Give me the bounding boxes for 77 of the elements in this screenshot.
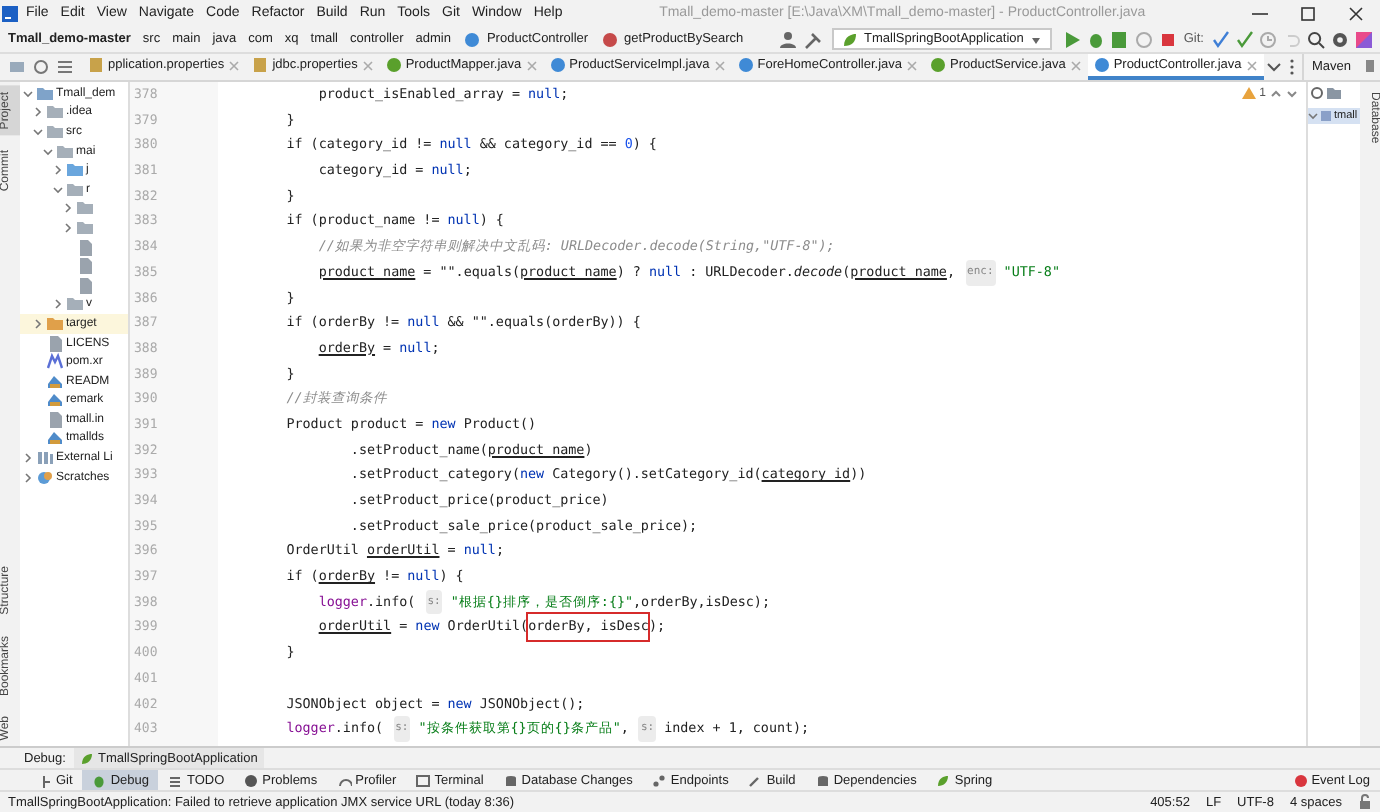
folder-icon bbox=[56, 141, 74, 162]
user-icon[interactable] bbox=[778, 29, 799, 49]
class-icon bbox=[549, 56, 566, 74]
list-icon bbox=[168, 773, 183, 787]
interface-icon bbox=[385, 56, 402, 74]
error-badge-icon bbox=[1293, 773, 1308, 787]
file-icon bbox=[46, 333, 64, 354]
settings-icon[interactable] bbox=[1330, 29, 1350, 49]
terminal-icon bbox=[416, 773, 431, 787]
spring-leaf-icon bbox=[79, 751, 94, 765]
app-logo-icon bbox=[0, 3, 20, 23]
layout-icon[interactable] bbox=[8, 58, 26, 76]
chevron-right-icon[interactable] bbox=[52, 298, 64, 311]
folder-icon bbox=[76, 198, 94, 219]
file-icon bbox=[46, 409, 64, 430]
branch-icon bbox=[38, 773, 52, 787]
folder-icon bbox=[46, 102, 64, 123]
chevron-right-icon[interactable] bbox=[62, 202, 74, 215]
profiler-icon[interactable] bbox=[1133, 29, 1154, 49]
commit-icon[interactable] bbox=[1234, 29, 1254, 49]
properties-file-icon bbox=[88, 56, 104, 74]
chevron-right-icon[interactable] bbox=[22, 452, 34, 465]
file-icon bbox=[76, 275, 94, 296]
arrow-up-icon[interactable] bbox=[1270, 87, 1282, 99]
folder-icon bbox=[76, 217, 94, 238]
method-icon bbox=[602, 31, 619, 47]
interface-icon bbox=[930, 56, 946, 74]
bug-icon bbox=[92, 773, 107, 787]
chevron-down-icon[interactable] bbox=[42, 145, 54, 158]
caret-icon bbox=[1029, 33, 1042, 45]
lock-icon[interactable] bbox=[1358, 794, 1372, 810]
chevron-right-icon[interactable] bbox=[62, 221, 74, 234]
spring-leaf-icon bbox=[842, 31, 859, 47]
source-folder-icon bbox=[66, 160, 84, 181]
target-icon[interactable] bbox=[32, 58, 50, 76]
excluded-folder-icon bbox=[46, 313, 64, 334]
ide-logo-icon[interactable] bbox=[1354, 29, 1374, 49]
chevron-right-icon[interactable] bbox=[22, 471, 34, 484]
folder-icon bbox=[66, 294, 84, 315]
chevron-down-icon[interactable] bbox=[52, 183, 64, 196]
library-icon bbox=[36, 448, 54, 469]
warning-icon bbox=[1241, 86, 1256, 100]
refresh-icon[interactable] bbox=[1310, 86, 1324, 100]
chevron-right-icon[interactable] bbox=[32, 106, 44, 119]
hammer-icon bbox=[748, 773, 763, 787]
search-icon[interactable] bbox=[1306, 29, 1326, 49]
stop-icon[interactable] bbox=[1157, 29, 1178, 49]
nodes-icon bbox=[652, 773, 667, 787]
class-icon bbox=[464, 31, 481, 47]
collapse-icon[interactable] bbox=[56, 58, 74, 76]
chevron-down-icon[interactable] bbox=[32, 125, 44, 138]
debug-icon[interactable] bbox=[1085, 29, 1106, 49]
class-icon bbox=[737, 56, 754, 74]
problems-icon bbox=[244, 773, 259, 787]
file-icon bbox=[76, 256, 94, 277]
file-icon bbox=[76, 237, 94, 258]
arrow-down-icon[interactable] bbox=[1286, 87, 1298, 99]
folder-icon bbox=[46, 121, 64, 142]
properties-file-icon bbox=[252, 56, 269, 74]
hammer-icon[interactable] bbox=[802, 29, 823, 49]
database-icon bbox=[503, 773, 518, 787]
scratch-icon bbox=[36, 467, 54, 488]
maven-file-icon bbox=[46, 352, 64, 373]
spring-leaf-icon bbox=[936, 773, 951, 787]
database-icon bbox=[815, 773, 830, 787]
module-folder-icon bbox=[36, 83, 54, 104]
gauge-icon bbox=[337, 773, 352, 787]
coverage-icon[interactable] bbox=[1109, 29, 1130, 49]
chevron-right-icon[interactable] bbox=[52, 164, 64, 177]
class-icon bbox=[1093, 56, 1110, 74]
chevron-down-icon[interactable] bbox=[1308, 110, 1318, 122]
document-icon bbox=[46, 428, 64, 449]
folder-icon bbox=[66, 179, 84, 200]
update-icon[interactable] bbox=[1210, 29, 1230, 49]
chevron-down-icon[interactable] bbox=[22, 87, 34, 100]
chevron-right-icon[interactable] bbox=[32, 317, 44, 330]
folder-icon[interactable] bbox=[1326, 86, 1342, 100]
